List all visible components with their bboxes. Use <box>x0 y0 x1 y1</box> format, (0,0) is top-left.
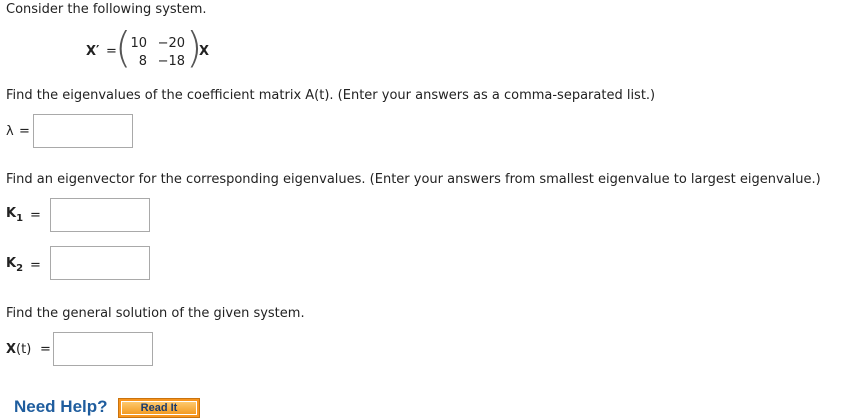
system-lhs: X′ <box>86 44 100 59</box>
x-of-t-label: X(t) <box>6 342 31 357</box>
eigenvector-prompt: Find an eigenvector for the correspondin… <box>6 172 821 187</box>
x-arg: (t) <box>16 342 32 357</box>
matrix-cell-1-2: −20 <box>157 36 185 51</box>
k1-letter: K <box>6 206 17 221</box>
matrix-cell-2-2: −18 <box>157 54 185 69</box>
x-letter: X <box>6 342 17 357</box>
general-solution-input[interactable] <box>53 332 153 366</box>
matrix-cell-2-1: 8 <box>138 54 147 69</box>
k2-input[interactable] <box>50 246 150 280</box>
system-rhs: X <box>199 44 210 59</box>
intro-text: Consider the following system. <box>6 2 207 17</box>
k1-equals: = <box>30 208 41 223</box>
eigenvalues-prompt: Find the eigenvalues of the coefficient … <box>6 88 656 103</box>
read-it-button[interactable]: Read It <box>118 398 200 418</box>
k1-label: K1 <box>6 206 24 224</box>
k2-subscript: 2 <box>16 263 24 274</box>
lambda-equals: = <box>19 124 30 139</box>
k1-subscript: 1 <box>16 213 24 224</box>
k1-input[interactable] <box>50 198 150 232</box>
k2-letter: K <box>6 256 17 271</box>
lambda-label: λ <box>6 124 14 139</box>
read-it-label: Read It <box>121 401 197 415</box>
matrix-cell-1-1: 10 <box>130 36 147 51</box>
need-help-text: Need Help? <box>14 397 108 416</box>
general-solution-prompt: Find the general solution of the given s… <box>6 306 305 321</box>
k2-equals: = <box>30 258 41 273</box>
eigenvalues-input[interactable] <box>33 114 133 148</box>
x-of-t-equals: = <box>40 342 51 357</box>
k2-label: K2 <box>6 256 24 274</box>
